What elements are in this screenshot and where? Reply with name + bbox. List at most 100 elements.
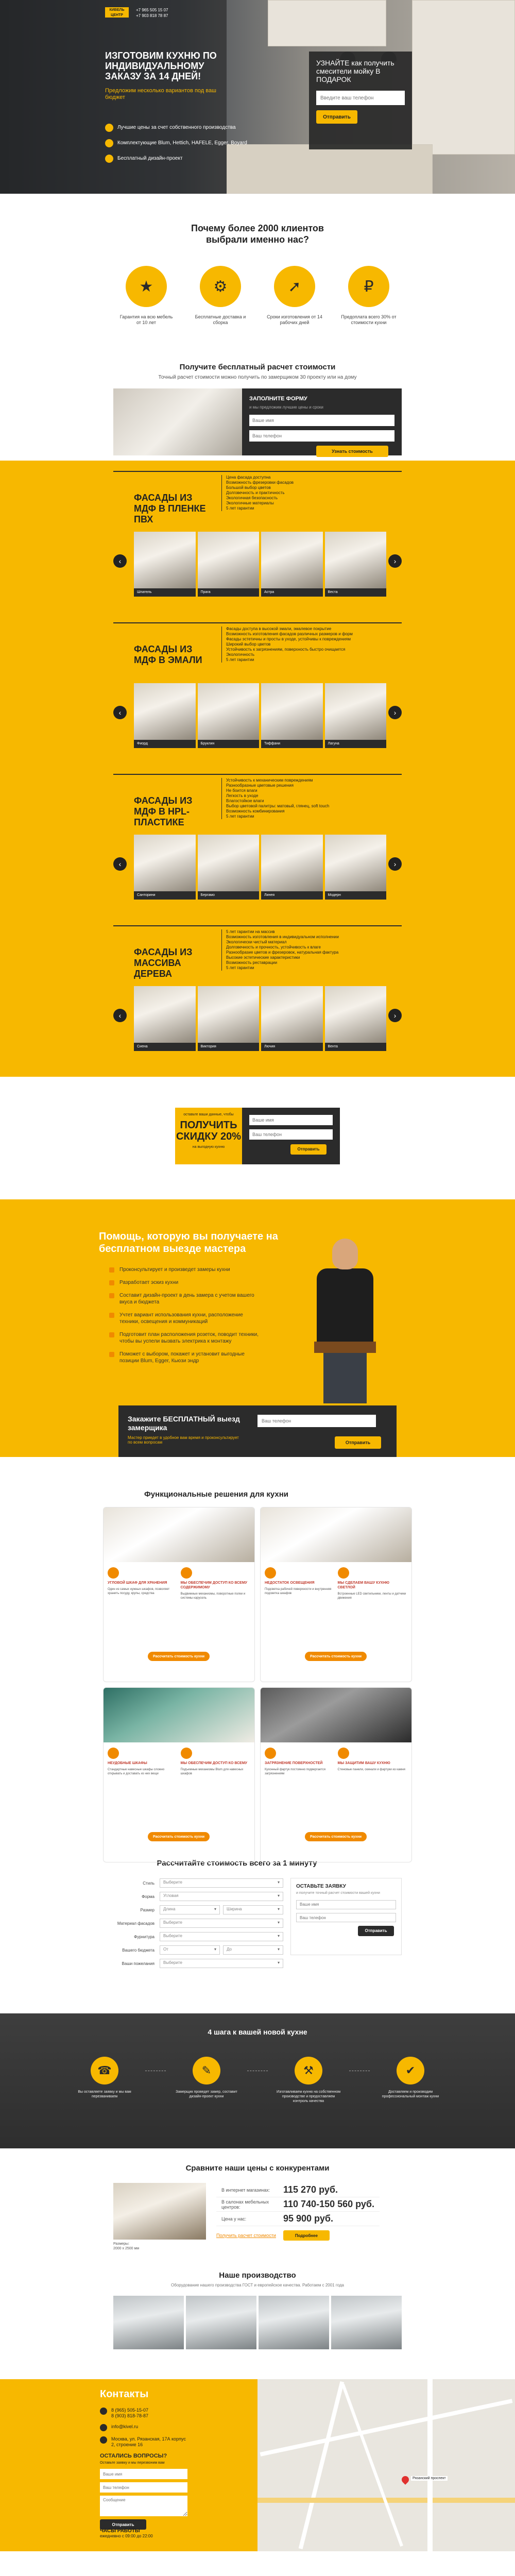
- kitchen-photo[interactable]: [197, 683, 259, 740]
- wishes-select[interactable]: Выберите: [160, 1959, 283, 1968]
- hero-submit-button[interactable]: Отправить: [316, 110, 357, 124]
- kitchen-photo[interactable]: [197, 532, 259, 588]
- width-select[interactable]: Ширина: [223, 1905, 283, 1914]
- phone-icon: [100, 2408, 107, 2415]
- kitchen-photo[interactable]: [324, 532, 386, 588]
- slider-prev-arrow-icon[interactable]: ‹: [113, 1009, 127, 1022]
- calc-cost-button[interactable]: Рассчитать стоимость кухни: [148, 1652, 210, 1661]
- calc-cost-button[interactable]: Рассчитать стоимость кухни: [148, 1832, 210, 1841]
- phone-input[interactable]: [296, 1913, 396, 1922]
- access-icon: [180, 1567, 192, 1579]
- kitchen-photo[interactable]: [261, 986, 323, 1043]
- functional-card: Угловой шкаф для хранения Один из самых н…: [103, 1507, 255, 1682]
- style-select[interactable]: Выберите: [160, 1878, 283, 1888]
- slider-next-arrow-icon[interactable]: ›: [388, 554, 402, 568]
- compare-section: Сравните наши цены с конкурентами Размер…: [0, 2148, 515, 2271]
- kitchen-photo[interactable]: [261, 835, 323, 891]
- slider-captions: Сиена Виктория Лючия Вента: [134, 1043, 386, 1051]
- phone-1[interactable]: +7 965 505 15 07: [136, 7, 168, 13]
- production-photo[interactable]: [186, 2296, 256, 2349]
- calc-strip-box: ЗАПОЛНИТЕ ФОРМУ и мы предложим лучшие це…: [113, 388, 402, 457]
- kitchen-photo[interactable]: [134, 532, 196, 588]
- compare-title: Сравните наши цены с конкурентами: [185, 2164, 330, 2173]
- map-pin-icon[interactable]: [400, 2475, 410, 2485]
- kitchen-photo[interactable]: [261, 532, 323, 588]
- logo[interactable]: КИВЕЛЬ ЦЕНТР: [105, 7, 129, 18]
- stain-icon: [265, 1748, 276, 1759]
- slider-next-arrow-icon[interactable]: ›: [388, 1009, 402, 1022]
- contact-phones[interactable]: 8 (965) 505-15-07 8 (903) 818-78-87: [111, 2408, 148, 2419]
- catalog-features: 5 лет гарантии на массив Возможность изго…: [221, 929, 402, 971]
- name-input[interactable]: [100, 2469, 187, 2479]
- hero-benefits: Лучшие цены за счет собственного произво…: [105, 124, 247, 170]
- master-point: Учтет вариант использования кухни, распо…: [109, 1312, 264, 1325]
- kitchen-photo[interactable]: [324, 683, 386, 740]
- map-label: Рязанский проспект: [411, 2476, 448, 2481]
- calc-submit-button[interactable]: Узнать стоимость: [316, 446, 388, 457]
- hardware-select[interactable]: Выберите: [160, 1932, 283, 1941]
- message-input[interactable]: [100, 2496, 187, 2516]
- name-input[interactable]: [249, 1115, 333, 1125]
- contacts-title: Контакты: [100, 2388, 149, 2400]
- kitchen-photo[interactable]: [197, 835, 259, 891]
- questions-sub: Оставьте заявку и мы перезвоним вам: [100, 2461, 165, 2465]
- facade-select[interactable]: Выберите: [160, 1919, 283, 1928]
- kitchen-photo: [113, 2183, 206, 2240]
- name-input[interactable]: [249, 415, 394, 426]
- calculator-fields: СтильВыберите ФормаУгловая РазмерДлинаШи…: [113, 1878, 283, 1972]
- step-item: ✔ Доставляем и производим профессиональны…: [377, 2057, 444, 2099]
- calc-form-sub: и мы предложим лучшие цены и сроки: [249, 405, 323, 410]
- calculator-submit-button[interactable]: Отправить: [358, 1925, 394, 1936]
- get-estimate-link[interactable]: Получить расчет стоимости: [216, 2233, 276, 2238]
- catalog-block-wood: ФАСАДЫ ИЗ МАССИВА ДЕРЕВА 5 лет гарантии …: [113, 925, 402, 1064]
- functional-title: Функциональные решения для кухни: [144, 1490, 289, 1499]
- catalog-block-enamel: ФАСАДЫ ИЗ МДФ В ЭМАЛИ Фасады доступа в в…: [113, 622, 402, 761]
- kitchen-photo[interactable]: [324, 835, 386, 891]
- hero-phone-input[interactable]: [316, 91, 405, 105]
- price-table: В интернет магазинах: 115 270 руб. В сало…: [216, 2183, 380, 2226]
- kitchen-photo[interactable]: [197, 986, 259, 1043]
- map[interactable]: Рязанский проспект: [258, 2379, 515, 2551]
- length-select[interactable]: Длина: [160, 1905, 220, 1914]
- catalog-title: ФАСАДЫ ИЗ МДФ В ЭМАЛИ: [134, 644, 202, 665]
- functional-section: Функциональные решения для кухни Угловой…: [0, 1457, 515, 1862]
- kitchen-photo[interactable]: [134, 986, 196, 1043]
- production-photo[interactable]: [113, 2296, 184, 2349]
- form-select[interactable]: Угловая: [160, 1892, 283, 1901]
- slider-next-arrow-icon[interactable]: ›: [388, 706, 402, 719]
- name-input[interactable]: [296, 1900, 396, 1909]
- why-item: ⚙ Бесплатные доставка и сборка: [192, 266, 249, 326]
- slider-prev-arrow-icon[interactable]: ‹: [113, 554, 127, 568]
- production-photo[interactable]: [331, 2296, 402, 2349]
- phone-input[interactable]: [249, 1129, 333, 1140]
- slider-next-arrow-icon[interactable]: ›: [388, 857, 402, 871]
- production-section: Наше производство Оборудование нашего пр…: [0, 2271, 515, 2379]
- calc-cost-button[interactable]: Рассчитать стоимость кухни: [305, 1832, 367, 1841]
- phone-input[interactable]: [100, 2482, 187, 2493]
- master-points: Проконсультирует и произведет замеры кух…: [109, 1266, 264, 1370]
- calc-cost-button[interactable]: Рассчитать стоимость кухни: [305, 1652, 367, 1661]
- contact-email[interactable]: info@kivel.ru: [111, 2424, 138, 2430]
- kitchen-upper-cabinets: [268, 0, 386, 46]
- details-button[interactable]: Подробнее: [283, 2230, 330, 2241]
- budget-to-select[interactable]: До: [223, 1945, 283, 1955]
- slider-prev-arrow-icon[interactable]: ‹: [113, 706, 127, 719]
- kitchen-photo[interactable]: [324, 986, 386, 1043]
- production-photo[interactable]: [259, 2296, 329, 2349]
- phone-input[interactable]: [249, 430, 394, 442]
- working-hours: ЧАСЫ РАБОТЫ ежедневно с 09:00 до 22:00: [100, 2528, 153, 2539]
- catalog-block-hpl: ФАСАДЫ ИЗ МДФ В HPL-ПЛАСТИКЕ Устойчивост…: [113, 774, 402, 913]
- kitchen-photo[interactable]: [261, 683, 323, 740]
- budget-from-select[interactable]: От: [160, 1945, 220, 1955]
- master-submit-button[interactable]: Отправить: [335, 1436, 381, 1449]
- discount-section: оставьте ваши данные, чтобы ПОЛУЧИТЬ СКИ…: [0, 1077, 515, 1199]
- slider-prev-arrow-icon[interactable]: ‹: [113, 857, 127, 871]
- calc-strip-subtitle: Точный расчет стоимости можно получить п…: [158, 375, 357, 380]
- corner-cabinet-icon: [108, 1567, 119, 1579]
- phone-2[interactable]: +7 903 818 78 87: [136, 13, 168, 19]
- phone-input[interactable]: [258, 1415, 376, 1427]
- kitchen-photo[interactable]: [134, 835, 196, 891]
- kitchen-photo[interactable]: [134, 683, 196, 740]
- discount-submit-button[interactable]: Отправить: [290, 1144, 327, 1155]
- slider-captions: Шпатель Прага Астра Веста: [134, 588, 386, 597]
